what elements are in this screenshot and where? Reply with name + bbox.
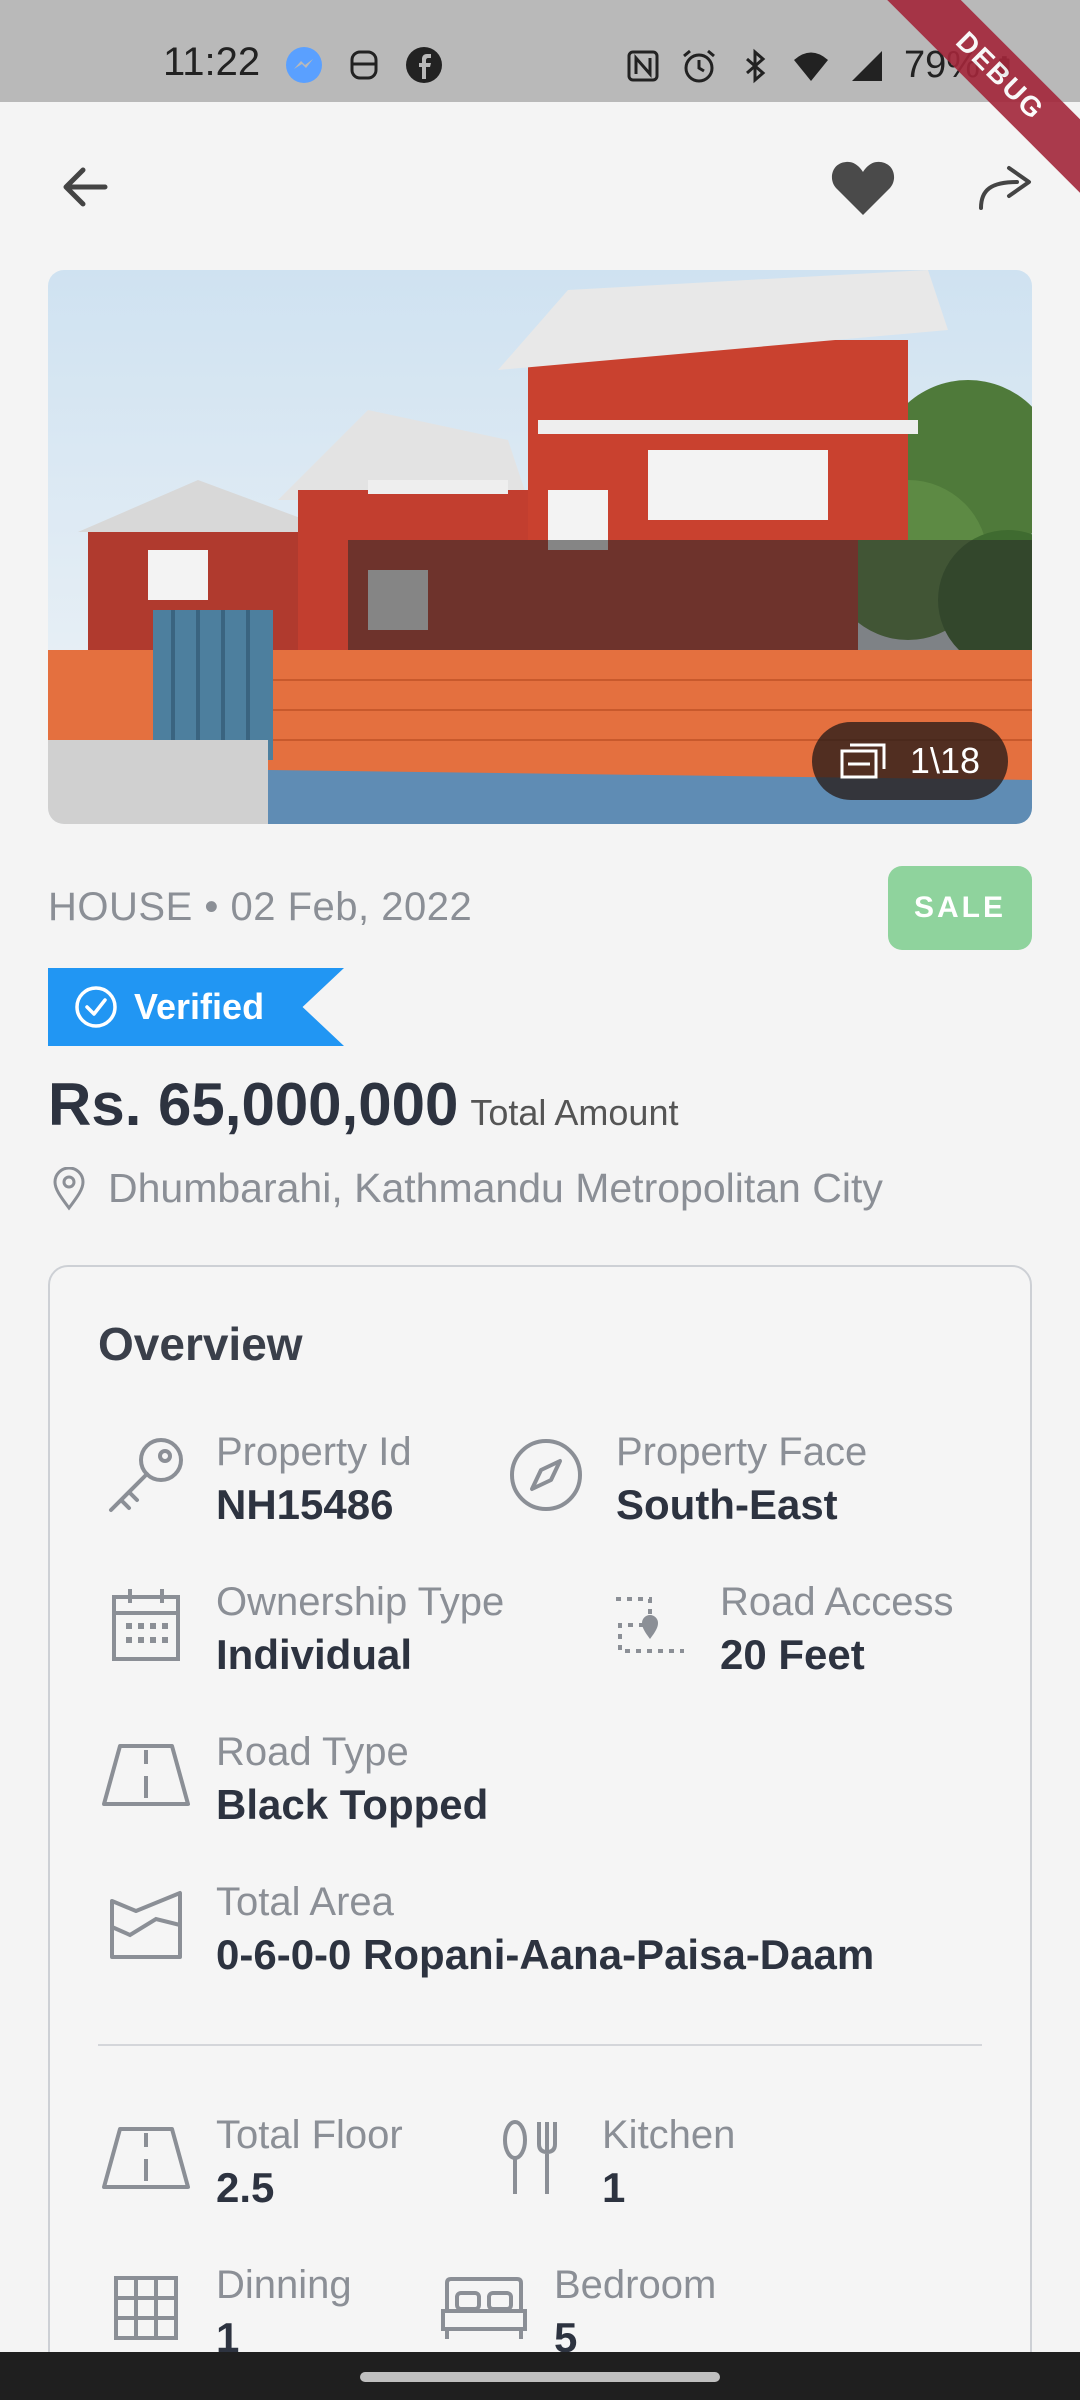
share-arrow-icon (979, 166, 1031, 210)
home-gesture-handle[interactable] (360, 2372, 720, 2382)
property-photo[interactable]: 1\18 (48, 270, 1032, 824)
status-badge: SALE (888, 866, 1032, 950)
share-button[interactable] (962, 142, 1052, 232)
verified-label: Verified (134, 986, 265, 1027)
alarm-icon (682, 49, 715, 82)
grid-icon (114, 2276, 178, 2340)
overview-card: Overview Property Id NH15486 Property Fac… (48, 1265, 1032, 2400)
total-area-label: Total Area (216, 1880, 394, 1924)
property-face-item: Property Face South-East (498, 1427, 867, 1533)
property-face-label: Property Face (616, 1430, 868, 1474)
back-button[interactable] (40, 142, 130, 232)
favorite-button[interactable] (818, 142, 908, 232)
app-notification-icon (350, 50, 378, 80)
bedroom-item: Bedroom 5 (436, 2260, 716, 2366)
dinning-label: Dinning (216, 2263, 352, 2307)
road-access-item: Road Access 20 Feet (602, 1577, 953, 1683)
total-area-item: Total Area 0-6-0-0 Ropani-Aana-Paisa-Daam (98, 1877, 874, 1983)
calendar-icon (112, 1589, 180, 1661)
bluetooth-icon (745, 48, 766, 83)
total-floor-item: Total Floor 2.5 (98, 2110, 403, 2216)
road-type-item: Road Type Black Topped (98, 1727, 488, 1833)
kitchen-value: 1 (602, 2164, 626, 2211)
ownership-type-label: Ownership Type (216, 1580, 505, 1624)
listing-date: 02 Feb, 2022 (230, 885, 473, 929)
location-text: Dhumbarahi, Kathmandu Metropolitan City (108, 1165, 883, 1211)
property-id-value: NH15486 (216, 1481, 394, 1528)
road-access-value: 20 Feet (720, 1631, 865, 1678)
messenger-icon (286, 47, 322, 83)
road-type-value: Black Topped (216, 1781, 489, 1828)
property-type: HOUSE (48, 885, 193, 929)
price-row: Rs. 65,000,000 Total Amount (48, 1070, 678, 1139)
kitchen-item: Kitchen 1 (484, 2110, 735, 2216)
utensils-icon (503, 2120, 557, 2194)
property-id-label: Property Id (216, 1430, 412, 1474)
check-circle-icon (75, 986, 117, 1028)
verified-badge: Verified (48, 968, 344, 1046)
signal-icon (851, 50, 882, 81)
kitchen-label: Kitchen (602, 2113, 736, 2157)
property-id-item: Property Id NH15486 (98, 1427, 412, 1533)
ownership-type-value: Individual (216, 1631, 413, 1678)
road-icon (102, 1744, 190, 1806)
total-floor-value: 2.5 (216, 2164, 275, 2211)
notification-icons (285, 46, 443, 84)
total-floor-label: Total Floor (216, 2113, 403, 2157)
system-nav-bar (0, 2352, 1080, 2400)
overview-title: Overview (98, 1318, 303, 1370)
gallery-counter-text: 1\18 (909, 740, 980, 781)
road-type-label: Road Type (216, 1730, 409, 1774)
arrow-left-icon (63, 167, 108, 207)
property-face-value: South-East (616, 1481, 838, 1528)
top-app-bar (0, 102, 1080, 272)
listing-meta: HOUSE • 02 Feb, 2022 (48, 885, 472, 930)
bedroom-label: Bedroom (554, 2263, 717, 2307)
location-pin-icon (53, 1166, 85, 1211)
heart-icon (831, 161, 895, 215)
route-icon (616, 1597, 684, 1653)
nfc-icon (627, 50, 659, 81)
area-icon (110, 1891, 182, 1959)
facebook-icon (406, 47, 442, 83)
road-access-label: Road Access (720, 1580, 954, 1624)
key-icon (109, 1438, 183, 1512)
location[interactable]: Dhumbarahi, Kathmandu Metropolitan City (52, 1165, 883, 1212)
ownership-type-item: Ownership Type Individual (98, 1577, 504, 1683)
gallery-counter[interactable]: 1\18 (811, 722, 1008, 800)
wifi-icon (793, 52, 828, 81)
overview-divider (98, 2044, 982, 2046)
meta-separator: • (204, 885, 219, 929)
dinning-item: Dinning 1 (98, 2260, 352, 2366)
bed-icon (441, 2277, 527, 2339)
road-icon (102, 2127, 190, 2189)
total-area-value: 0-6-0-0 Ropani-Aana-Paisa-Daam (216, 1931, 875, 1978)
status-bar: 11:22 79% DEBUG (0, 0, 1080, 201)
compass-icon (510, 1439, 582, 1511)
price-note: Total Amount (470, 1092, 679, 1133)
price: Rs. 65,000,000 (48, 1071, 459, 1138)
gallery-icon (840, 743, 886, 779)
status-time: 11:22 (163, 40, 261, 84)
